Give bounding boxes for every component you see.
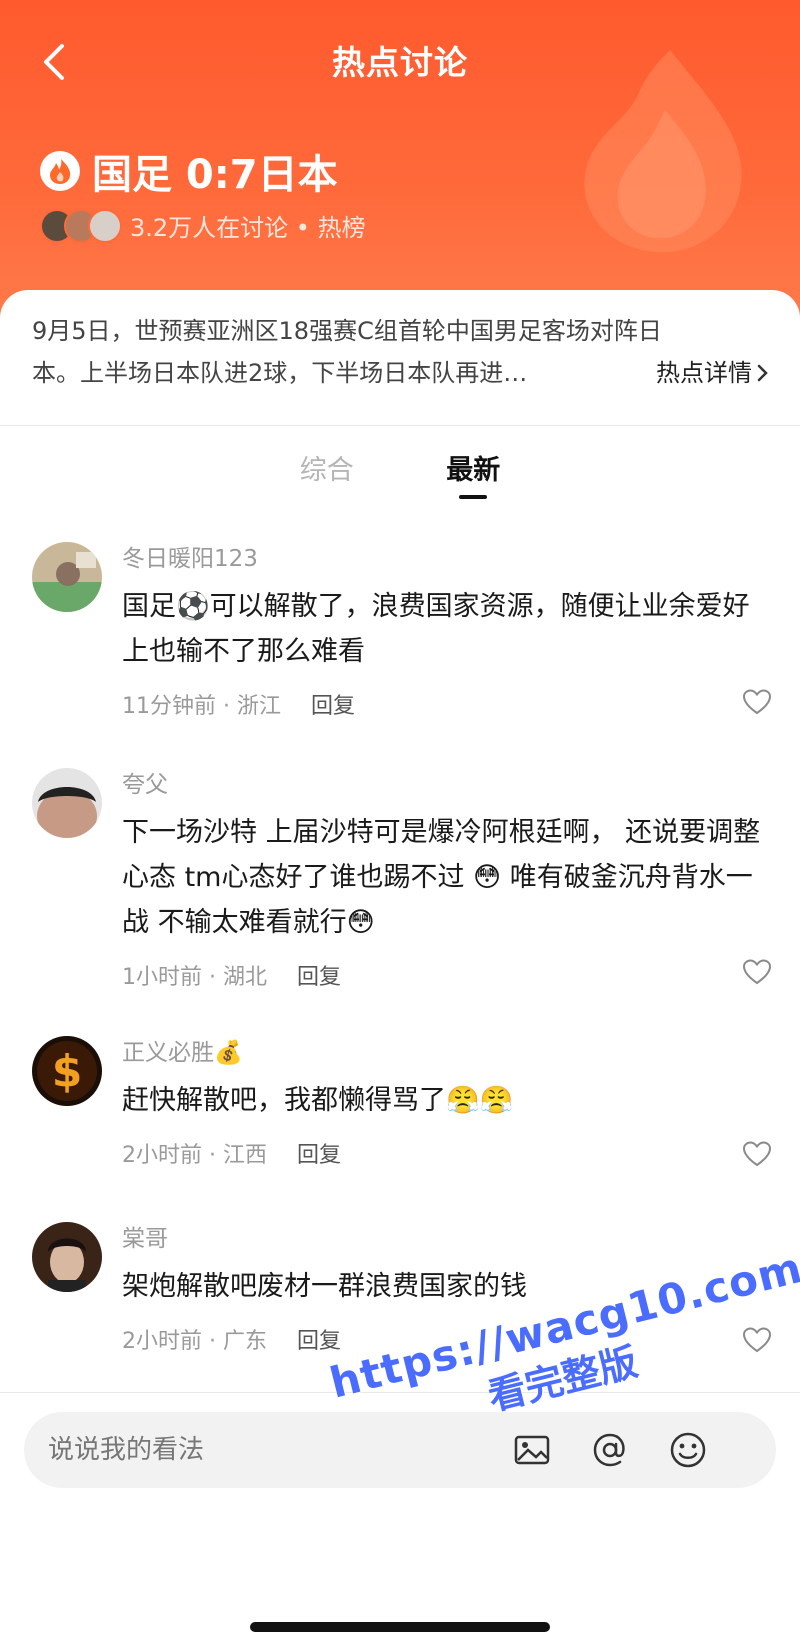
- reply-button[interactable]: 回复: [311, 688, 355, 720]
- reply-button[interactable]: 回复: [297, 1137, 341, 1169]
- avatar: [88, 208, 122, 243]
- hot-flame-icon: [40, 151, 80, 191]
- tab-latest[interactable]: 最新: [446, 448, 500, 499]
- discussion-count: 3.2万人在讨论 • 热榜: [130, 214, 366, 242]
- discussion-meta: 3.2万人在讨论 • 热榜: [40, 208, 366, 243]
- chevron-right-icon: [757, 364, 768, 382]
- reply-button[interactable]: 回复: [297, 959, 341, 991]
- heart-icon[interactable]: [742, 958, 772, 986]
- avatar[interactable]: [32, 542, 102, 612]
- reply-button[interactable]: 回复: [297, 1323, 341, 1355]
- comment-username[interactable]: 正义必胜💰: [122, 1036, 772, 1070]
- comment-input-placeholder: 说说我的看法: [48, 1435, 205, 1465]
- avatar[interactable]: $: [32, 1036, 102, 1106]
- divider: [0, 425, 800, 426]
- topic-summary: 9月5日，世预赛亚洲区18强赛C组首轮中国男足客场对阵日 本。上半场日本队进2球…: [32, 310, 772, 394]
- topic-detail-label: 热点详情: [656, 359, 752, 387]
- svg-text:$: $: [52, 1046, 83, 1097]
- topic-title: 国足 0:7日本: [92, 152, 338, 198]
- avatar[interactable]: [32, 1222, 102, 1292]
- comment-text: 下一场沙特 上届沙特可是爆冷阿根廷啊， 还说要调整心态 tm心态好了谁也踢不过 …: [122, 817, 761, 938]
- comment-text: 赶快解散吧，我都懒得骂了😤😤: [122, 1085, 514, 1116]
- summary-line-2: 本。上半场日本队进2球，下半场日本队再进…: [32, 359, 528, 387]
- emoji-icon[interactable]: [668, 1430, 708, 1470]
- avatar[interactable]: [32, 768, 102, 838]
- comment-text: 国足⚽可以解散了，浪费国家资源，随便让业余爱好上也输不了那么难看: [122, 591, 750, 667]
- tab-overall[interactable]: 综合: [300, 448, 354, 499]
- comment-username[interactable]: 夸父: [122, 768, 772, 802]
- image-icon[interactable]: [512, 1430, 552, 1470]
- topic-title-row: 国足 0:7日本: [40, 142, 338, 200]
- comment-time-location: 2小时前 · 广东: [122, 1329, 267, 1354]
- comment-time-location: 11分钟前 · 浙江: [122, 694, 281, 719]
- sort-tabs: 综合 最新: [0, 448, 800, 499]
- summary-line-1: 9月5日，世预赛亚洲区18强赛C组首轮中国男足客场对阵日: [32, 317, 662, 345]
- comment-time-location: 1小时前 · 湖北: [122, 965, 267, 990]
- home-indicator: [250, 1622, 550, 1632]
- page-title: 热点讨论: [332, 43, 468, 82]
- at-mention-icon[interactable]: [590, 1430, 630, 1470]
- topic-detail-link[interactable]: 热点详情: [656, 352, 772, 394]
- comment-username[interactable]: 冬日暖阳123: [122, 542, 772, 576]
- comment-username[interactable]: 棠哥: [122, 1222, 772, 1256]
- heart-icon[interactable]: [742, 688, 772, 716]
- topic-header: 热点讨论 国足 0:7日本 3.2万人在讨论 • 热榜: [0, 0, 800, 320]
- participant-avatars: [40, 208, 122, 243]
- heart-icon[interactable]: [742, 1140, 772, 1168]
- comment-time-location: 2小时前 · 江西: [122, 1143, 267, 1168]
